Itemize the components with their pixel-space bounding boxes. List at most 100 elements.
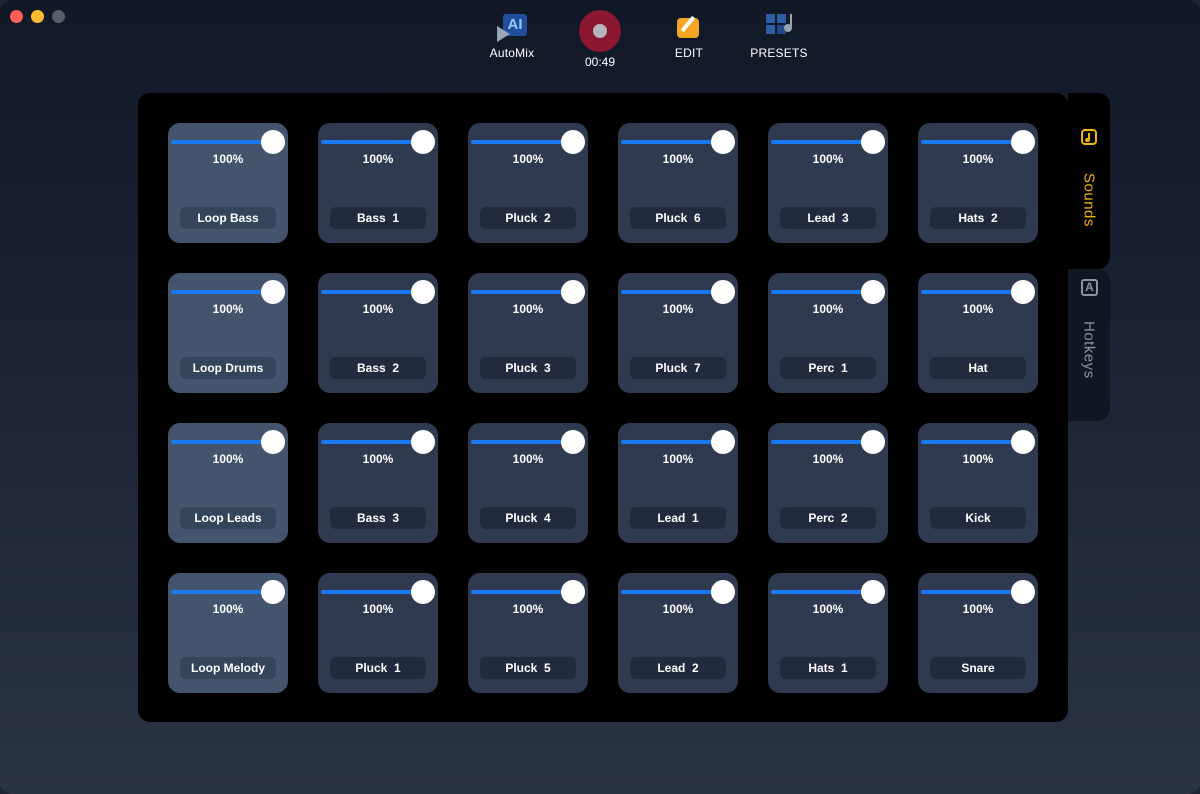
volume-value: 100%	[662, 602, 694, 616]
volume-value: 100%	[962, 302, 994, 316]
sound-pad[interactable]: 100% Pluck 1	[318, 573, 438, 693]
volume-slider-knob[interactable]	[861, 580, 885, 604]
volume-slider[interactable]	[921, 440, 1023, 444]
presets-button[interactable]: PRESETS	[748, 12, 810, 60]
sound-pad[interactable]: 100% Hats 2	[918, 123, 1038, 243]
automix-ai-icon: AI	[495, 12, 529, 42]
volume-slider-knob[interactable]	[1011, 580, 1035, 604]
sound-pad[interactable]: 100% Loop Leads	[168, 423, 288, 543]
sound-pad[interactable]: 100% Loop Melody	[168, 573, 288, 693]
volume-slider-knob[interactable]	[711, 280, 735, 304]
sound-pad[interactable]: 100% Pluck 6	[618, 123, 738, 243]
volume-slider[interactable]	[321, 140, 423, 144]
volume-slider-knob[interactable]	[261, 430, 285, 454]
pad-name-label: Bass 2	[330, 357, 426, 379]
volume-slider-knob[interactable]	[861, 130, 885, 154]
volume-slider[interactable]	[471, 590, 573, 594]
volume-slider[interactable]	[771, 290, 873, 294]
sound-pad[interactable]: 100% Hats 1	[768, 573, 888, 693]
volume-slider-knob[interactable]	[1011, 130, 1035, 154]
volume-slider[interactable]	[621, 140, 723, 144]
volume-slider-knob[interactable]	[861, 430, 885, 454]
pad-name-label: Loop Leads	[180, 507, 276, 529]
volume-slider-knob[interactable]	[411, 430, 435, 454]
sound-pad[interactable]: 100% Lead 2	[618, 573, 738, 693]
pad-name-label: Lead 2	[630, 657, 726, 679]
volume-value: 100%	[962, 452, 994, 466]
volume-slider[interactable]	[621, 590, 723, 594]
sound-pad[interactable]: 100% Snare	[918, 573, 1038, 693]
edit-icon	[674, 12, 704, 42]
automix-button[interactable]: AI AutoMix	[484, 12, 540, 60]
volume-slider[interactable]	[771, 590, 873, 594]
sound-pad[interactable]: 100% Pluck 2	[468, 123, 588, 243]
volume-slider[interactable]	[171, 140, 273, 144]
sound-pad[interactable]: 100% Bass 2	[318, 273, 438, 393]
sound-pad[interactable]: 100% Hat	[918, 273, 1038, 393]
volume-value: 100%	[512, 452, 544, 466]
sound-pad[interactable]: 100% Pluck 4	[468, 423, 588, 543]
volume-slider-knob[interactable]	[711, 130, 735, 154]
volume-slider-knob[interactable]	[1011, 280, 1035, 304]
volume-slider-knob[interactable]	[561, 580, 585, 604]
pad-name-label: Hat	[930, 357, 1026, 379]
volume-slider-knob[interactable]	[561, 130, 585, 154]
volume-slider-knob[interactable]	[411, 580, 435, 604]
volume-slider-knob[interactable]	[411, 130, 435, 154]
volume-slider[interactable]	[171, 590, 273, 594]
sound-pad[interactable]: 100% Perc 1	[768, 273, 888, 393]
volume-slider[interactable]	[921, 590, 1023, 594]
volume-value: 100%	[212, 602, 244, 616]
pad-name-label: Pluck 7	[630, 357, 726, 379]
volume-slider-knob[interactable]	[261, 130, 285, 154]
volume-slider-knob[interactable]	[1011, 430, 1035, 454]
edit-button[interactable]: EDIT	[664, 12, 714, 60]
volume-slider[interactable]	[471, 290, 573, 294]
pad-name-label: Pluck 3	[480, 357, 576, 379]
tab-sounds-label: Sounds	[1080, 173, 1098, 227]
sound-pad[interactable]: 100% Pluck 7	[618, 273, 738, 393]
volume-slider[interactable]	[321, 290, 423, 294]
pad-name-label: Loop Bass	[180, 207, 276, 229]
volume-slider-knob[interactable]	[261, 280, 285, 304]
volume-slider[interactable]	[771, 140, 873, 144]
volume-slider-knob[interactable]	[711, 580, 735, 604]
sound-pad[interactable]: 100% Perc 2	[768, 423, 888, 543]
volume-slider[interactable]	[921, 140, 1023, 144]
volume-slider[interactable]	[321, 440, 423, 444]
volume-slider-knob[interactable]	[561, 430, 585, 454]
volume-slider[interactable]	[621, 440, 723, 444]
volume-slider-knob[interactable]	[561, 280, 585, 304]
volume-slider[interactable]	[471, 140, 573, 144]
tab-sounds[interactable]: Sounds	[1068, 93, 1110, 269]
sound-pad[interactable]: 100% Loop Drums	[168, 273, 288, 393]
volume-value: 100%	[812, 152, 844, 166]
sound-pad[interactable]: 100% Lead 3	[768, 123, 888, 243]
volume-slider-knob[interactable]	[861, 280, 885, 304]
volume-slider[interactable]	[171, 290, 273, 294]
volume-slider-knob[interactable]	[711, 430, 735, 454]
volume-value: 100%	[212, 152, 244, 166]
pad-name-label: Lead 1	[630, 507, 726, 529]
sound-pad[interactable]: 100% Bass 3	[318, 423, 438, 543]
record-button[interactable]: 00:49	[574, 10, 626, 69]
volume-slider[interactable]	[321, 590, 423, 594]
sound-pad[interactable]: 100% Pluck 3	[468, 273, 588, 393]
volume-value: 100%	[362, 602, 394, 616]
sound-pad[interactable]: 100% Pluck 5	[468, 573, 588, 693]
volume-slider[interactable]	[471, 440, 573, 444]
volume-slider[interactable]	[921, 290, 1023, 294]
sound-pad[interactable]: 100% Bass 1	[318, 123, 438, 243]
volume-slider-knob[interactable]	[261, 580, 285, 604]
sound-pad[interactable]: 100% Loop Bass	[168, 123, 288, 243]
volume-slider-knob[interactable]	[411, 280, 435, 304]
sound-pad[interactable]: 100% Lead 1	[618, 423, 738, 543]
tab-hotkeys[interactable]: A Hotkeys	[1068, 269, 1110, 421]
volume-slider[interactable]	[771, 440, 873, 444]
pad-name-label: Lead 3	[780, 207, 876, 229]
presets-label: PRESETS	[750, 46, 808, 60]
toolbar: AI AutoMix 00:49 EDIT PRESETS	[0, 8, 1200, 78]
volume-slider[interactable]	[171, 440, 273, 444]
volume-slider[interactable]	[621, 290, 723, 294]
sound-pad[interactable]: 100% Kick	[918, 423, 1038, 543]
